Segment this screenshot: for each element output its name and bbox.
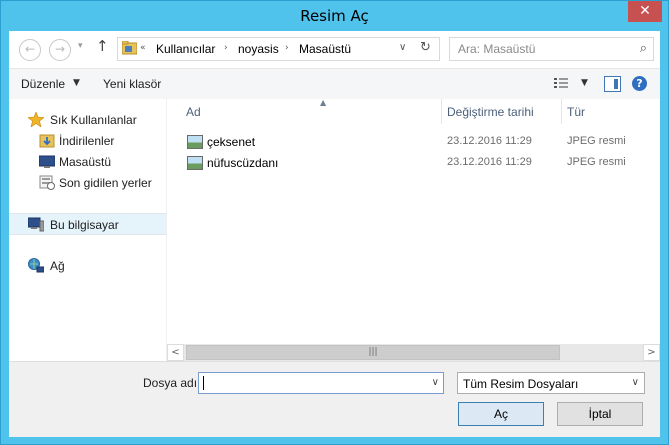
recent-places-icon bbox=[39, 175, 55, 190]
scroll-left-button[interactable]: < bbox=[167, 344, 184, 361]
dialog-footer: Dosya adı: ∨ Tüm Resim Dosyaları ∨ Aç İp… bbox=[9, 361, 660, 437]
folder-icon bbox=[122, 41, 137, 55]
file-type: JPEG resmi bbox=[567, 156, 626, 168]
file-type: JPEG resmi bbox=[567, 135, 626, 147]
sidebar-item-label: Sık Kullanılanlar bbox=[50, 113, 137, 127]
image-file-icon bbox=[187, 156, 203, 170]
address-dropdown-icon[interactable]: ∨ bbox=[399, 42, 406, 53]
sidebar-item-favorites[interactable]: Sık Kullanılanlar bbox=[9, 109, 166, 131]
search-placeholder: Ara: Masaüstü bbox=[458, 42, 536, 56]
file-row[interactable]: çeksenet 23.12.2016 11:29 JPEG resmi bbox=[167, 131, 660, 152]
up-button[interactable]: ↑ bbox=[96, 37, 109, 55]
column-header-label: Tür bbox=[567, 105, 585, 119]
breadcrumb-separator[interactable]: › bbox=[285, 43, 289, 53]
organize-dropdown-icon[interactable]: ▼ bbox=[73, 78, 80, 88]
title-bar[interactable]: Resim Aç ✕ bbox=[1, 1, 668, 31]
column-header-type[interactable]: Tür bbox=[562, 99, 660, 124]
column-header-label: Ad bbox=[186, 105, 201, 119]
column-header-name[interactable]: ▲ Ad bbox=[180, 98, 442, 124]
forward-button[interactable]: → bbox=[49, 39, 71, 61]
file-name: çeksenet bbox=[207, 135, 256, 149]
search-box[interactable]: Ara: Masaüstü ⌕ bbox=[449, 37, 654, 61]
filename-dropdown-icon[interactable]: ∨ bbox=[432, 377, 439, 388]
dialog-body: ← → ▾ ↑ « Kullanıcılar › noyasis › Masaü… bbox=[9, 31, 660, 437]
command-toolbar: Düzenle ▼ Yeni klasör ▼ ? bbox=[9, 68, 660, 100]
preview-pane-icon[interactable] bbox=[604, 76, 621, 92]
downloads-folder-icon bbox=[39, 134, 55, 148]
filename-field[interactable] bbox=[205, 375, 419, 393]
scroll-thumb[interactable]: ||| bbox=[186, 345, 560, 360]
file-type-dropdown-icon[interactable]: ∨ bbox=[632, 377, 639, 388]
filename-label: Dosya adı: bbox=[143, 376, 201, 390]
new-folder-button[interactable]: Yeni klasör bbox=[103, 77, 161, 91]
sidebar-item-label: Bu bilgisayar bbox=[50, 218, 119, 232]
sidebar-item-label: İndirilenler bbox=[59, 134, 115, 148]
text-caret bbox=[203, 376, 204, 390]
search-icon[interactable]: ⌕ bbox=[640, 41, 647, 56]
network-icon bbox=[28, 258, 44, 273]
open-image-dialog: Resim Aç ✕ ← → ▾ ↑ « Kullanıcılar › noya… bbox=[0, 0, 669, 445]
file-date: 23.12.2016 11:29 bbox=[447, 135, 532, 147]
sort-ascending-icon: ▲ bbox=[320, 98, 327, 107]
breadcrumb-overflow[interactable]: « bbox=[140, 43, 146, 53]
navigation-bar: ← → ▾ ↑ « Kullanıcılar › noyasis › Masaü… bbox=[9, 31, 660, 67]
column-header-date[interactable]: Değiştirme tarihi bbox=[442, 99, 562, 124]
close-button[interactable]: ✕ bbox=[628, 1, 662, 22]
view-dropdown-icon[interactable]: ▼ bbox=[581, 78, 588, 88]
address-bar[interactable]: « Kullanıcılar › noyasis › Masaüstü ∨ ↻ bbox=[117, 37, 440, 61]
sidebar-item-desktop[interactable]: Masaüstü bbox=[9, 151, 166, 173]
image-file-icon bbox=[187, 135, 203, 149]
help-icon[interactable]: ? bbox=[632, 76, 647, 91]
file-type-filter[interactable]: Tüm Resim Dosyaları ∨ bbox=[457, 372, 645, 394]
breadcrumb-item-user[interactable]: noyasis bbox=[238, 42, 279, 56]
sidebar-item-label: Ağ bbox=[50, 259, 65, 273]
file-date: 23.12.2016 11:29 bbox=[447, 156, 532, 168]
file-name: nüfuscüzdanı bbox=[207, 156, 279, 170]
sidebar-item-downloads[interactable]: İndirilenler bbox=[9, 130, 166, 152]
sidebar-item-label: Masaüstü bbox=[59, 155, 112, 169]
sidebar-item-recent-places[interactable]: Son gidilen yerler bbox=[9, 172, 166, 194]
breadcrumb-item-users[interactable]: Kullanıcılar bbox=[156, 42, 215, 56]
breadcrumb-separator[interactable]: › bbox=[224, 43, 228, 53]
desktop-icon bbox=[39, 155, 55, 168]
filename-combobox[interactable]: ∨ bbox=[198, 372, 444, 394]
cancel-button[interactable]: İptal bbox=[557, 402, 643, 426]
column-header-label: Değiştirme tarihi bbox=[447, 105, 534, 119]
view-options-icon[interactable] bbox=[554, 78, 568, 89]
file-list: ▲ Ad Değiştirme tarihi Tür çeksenet 23.1… bbox=[167, 98, 660, 361]
breadcrumb-item-desktop[interactable]: Masaüstü bbox=[299, 42, 351, 56]
file-row[interactable]: nüfuscüzdanı 23.12.2016 11:29 JPEG resmi bbox=[167, 152, 660, 173]
star-icon bbox=[28, 112, 44, 127]
horizontal-scrollbar[interactable]: < ||| > bbox=[167, 344, 660, 361]
back-button[interactable]: ← bbox=[19, 39, 41, 61]
navigation-pane: Sık Kullanılanlar İndirilenler Masaüstü bbox=[9, 99, 166, 361]
computer-icon bbox=[28, 217, 44, 232]
window-title: Resim Aç bbox=[300, 7, 369, 25]
open-button[interactable]: Aç bbox=[458, 402, 544, 426]
file-type-filter-value: Tüm Resim Dosyaları bbox=[463, 377, 579, 391]
sidebar-item-network[interactable]: Ağ bbox=[9, 255, 166, 277]
organize-button[interactable]: Düzenle bbox=[21, 77, 65, 91]
sidebar-item-label: Son gidilen yerler bbox=[59, 176, 152, 190]
scroll-right-button[interactable]: > bbox=[643, 344, 660, 361]
recent-locations-dropdown[interactable]: ▾ bbox=[78, 41, 83, 51]
sidebar-item-this-pc[interactable]: Bu bilgisayar bbox=[9, 213, 166, 235]
refresh-icon[interactable]: ↻ bbox=[420, 40, 431, 55]
